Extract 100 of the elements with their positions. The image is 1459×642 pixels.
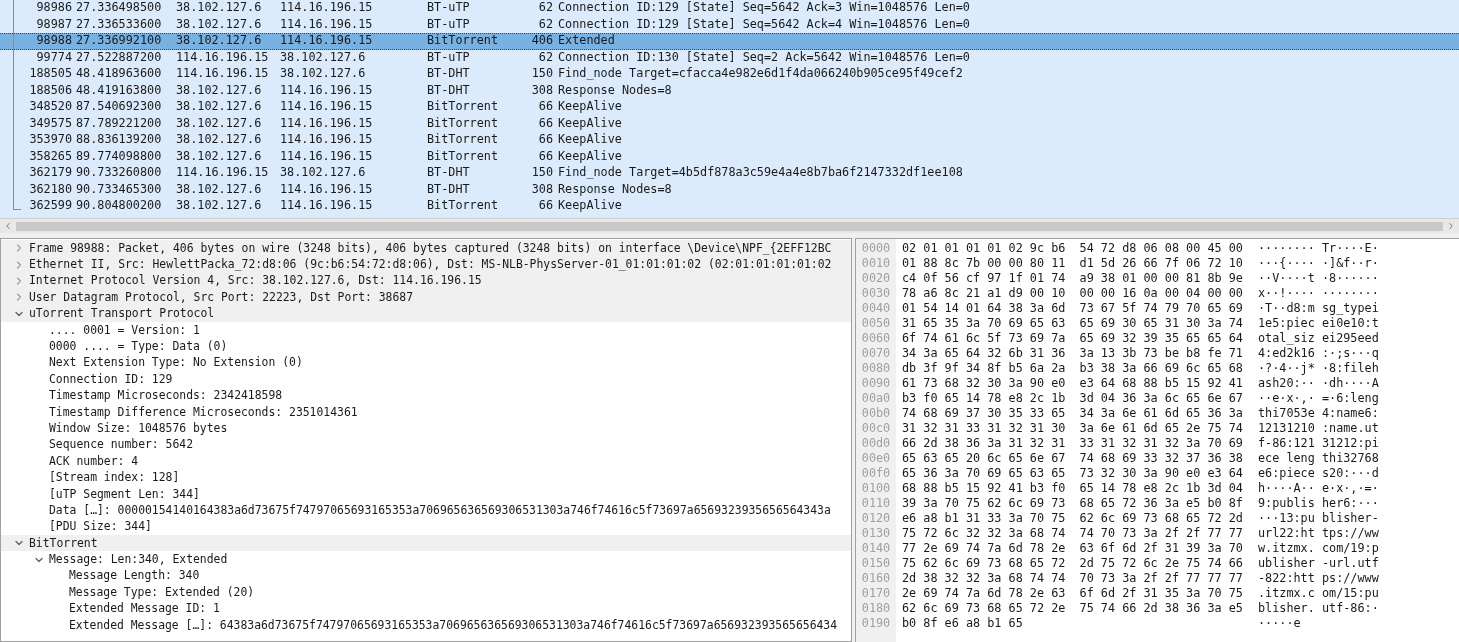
table-cell-text: 114.16.196.15: [280, 98, 374, 116]
ascii-bytes: w.itzmx. com/19:p: [1258, 541, 1379, 556]
table-cell-text: BitTorrent: [427, 197, 500, 215]
table-cell-text: BitTorrent: [427, 131, 500, 149]
ascii-bytes: h····A·· e·x·,·=·: [1258, 481, 1379, 496]
table-cell-text: BT-DHT: [427, 164, 471, 182]
packet-row[interactable]: 98987 27.336533600 38.102.127.6 114.16.196.15 BT-uTP 62 Connection ID:129 [State] Seq=5642 Ack=4 Win=1048576 Len=0: [0, 16, 1459, 33]
table-cell-text: KeepAlive: [557, 114, 622, 132]
hex-bytes: 02 01 01 01 01 02 9c b6 54 72 d8 06 08 00 45 00: [902, 241, 1243, 256]
table-cell-text: 90.733465300: [75, 180, 163, 198]
byte-offset: 0160: [861, 571, 891, 586]
table-cell-text: 66: [537, 98, 553, 116]
hex-bytes: b3 f0 65 14 78 e8 2c 1b 3d 04 36 3a 6c 65 6e 67: [902, 391, 1243, 406]
table-cell-text: Connection ID:129 [State] Seq=5642 Ack=3 Win=1048576 Len=0: [557, 0, 970, 17]
table-cell-text: 114.16.196.15: [280, 180, 374, 198]
hex-bytes: 78 a6 8c 21 a1 d9 00 10 00 00 16 0a 00 04 00 00: [902, 286, 1243, 301]
hex-bytes: 66 2d 38 36 3a 31 32 31 33 31 32 31 32 3a 70 69: [902, 436, 1243, 451]
tree-item[interactable]: Ethernet II, Src: HewlettPacka_72:d8:06 (9c:b6:54:72:d8:06), Dst: MS-NLB-PhysServer-01_01:01:01:02 (02:01:01:01:01:02: [1, 256, 851, 273]
table-cell-text: 114.16.196.15: [280, 197, 374, 215]
scroll-left-icon[interactable]: [3, 221, 13, 231]
hex-bytes: c4 0f 56 cf 97 1f 01 74 a9 38 01 00 00 81 8b 9e: [902, 271, 1243, 286]
table-cell-text: 62: [537, 48, 553, 66]
byte-offset: 0140: [861, 541, 891, 556]
ascii-bytes: ece leng thi32768: [1258, 451, 1379, 466]
packet-row[interactable]: 358265 89.774098800 38.102.127.6 114.16.196.15 BitTorrent 66 KeepAlive: [0, 148, 1459, 165]
byte-offset: 0010: [861, 256, 891, 271]
packet-row[interactable]: 98986 27.336498500 38.102.127.6 114.16.196.15 BT-uTP 62 Connection ID:129 [State] Seq=5642 Ack=3 Win=1048576 Len=0: [0, 0, 1459, 17]
ascii-bytes: e6:piece s20:···d: [1258, 466, 1379, 481]
hex-bytes: 01 54 14 01 64 38 3a 6d 73 67 5f 74 79 70 65 69: [902, 301, 1243, 316]
table-cell-text: Extended: [557, 32, 615, 50]
table-cell-text: 48.419163800: [75, 81, 163, 99]
table-cell-text: 38.102.127.6: [176, 114, 263, 132]
packet-row[interactable]: 362599 90.804800200 38.102.127.6 114.16.196.15 BitTorrent 66 KeepAlive: [0, 198, 1459, 215]
table-cell-text: BitTorrent: [427, 32, 500, 50]
horizontal-scrollbar[interactable]: [0, 218, 1459, 233]
table-cell-text: 38.102.127.6: [176, 81, 263, 99]
table-cell-text: 27.336533600: [75, 15, 163, 33]
packet-row[interactable]: 188505 48.418963600 114.16.196.15 38.102.127.6 BT-DHT 150 Find_node Target=cfacca4e982e6d1f4da066240b905ce95f49cef2: [0, 66, 1459, 83]
table-cell-text: BT-uTP: [427, 48, 471, 66]
table-cell-text: BT-DHT: [427, 180, 471, 198]
tree-item[interactable]: User Datagram Protocol, Src Port: 22223, Dst Port: 38687: [1, 289, 851, 306]
ascii-bytes: ·T··d8:m sg_typei: [1258, 301, 1379, 316]
table-cell-text: 87.789221200: [75, 114, 163, 132]
table-cell-text: Response Nodes=8: [557, 180, 672, 198]
table-cell-text: 362599: [28, 197, 72, 215]
ascii-bytes: blisher. utf-86:·: [1258, 601, 1379, 616]
ascii-bytes: ··V····t ·8······: [1258, 271, 1379, 286]
table-cell-text: Connection ID:130 [State] Seq=2 Ack=5642 Win=1048576 Len=0: [557, 48, 970, 66]
table-cell-text: 27.336992100: [75, 32, 163, 50]
packet-row[interactable]: 188506 48.419163800 38.102.127.6 114.16.196.15 BT-DHT 308 Response Nodes=8: [0, 82, 1459, 99]
byte-offset: 0110: [861, 496, 891, 511]
packet-row[interactable]: 98988 27.336992100 38.102.127.6 114.16.196.15 BitTorrent 406 Extended: [0, 33, 1459, 50]
table-cell-text: 48.418963600: [75, 65, 163, 83]
hex-bytes: 2d 38 32 32 3a 68 74 74 70 73 3a 2f 2f 77 77 77: [902, 571, 1243, 586]
byte-offset: 00f0: [861, 466, 891, 481]
ascii-bytes: ········ Tr····E·: [1258, 241, 1379, 256]
byte-offset: 00e0: [861, 451, 891, 466]
ascii-bytes: ··e·x·,· =·6:leng: [1258, 391, 1379, 406]
packet-row[interactable]: 349575 87.789221200 38.102.127.6 114.16.196.15 BitTorrent 66 KeepAlive: [0, 115, 1459, 132]
byte-offset: 0080: [861, 361, 891, 376]
packet-row[interactable]: 99774 27.522887200 114.16.196.15 38.102.127.6 BT-uTP 62 Connection ID:130 [State] Seq=2 Ack=5642 Win=1048576 Len=0: [0, 49, 1459, 66]
table-cell-text: Find_node Target=cfacca4e982e6d1f4da066240b905ce95f49cef2: [557, 65, 963, 83]
byte-offset: 00d0: [861, 436, 891, 451]
byte-offset: 0180: [861, 601, 891, 616]
hex-bytes: 74 68 69 37 30 35 33 65 34 3a 6e 61 6d 65 36 3a: [902, 406, 1243, 421]
packet-row[interactable]: 362180 90.733465300 38.102.127.6 114.16.196.15 BT-DHT 308 Response Nodes=8: [0, 181, 1459, 198]
table-cell-text: 38.102.127.6: [176, 15, 263, 33]
ascii-bytes: ···13:pu blisher-: [1258, 511, 1379, 526]
table-cell-text: KeepAlive: [557, 98, 622, 116]
table-cell-text: 188505: [28, 65, 72, 83]
table-cell-text: 62: [537, 15, 553, 33]
ascii-bytes: otal_siz ei295eed: [1258, 331, 1379, 346]
ascii-bytes: ·····e: [1258, 616, 1301, 631]
table-cell-text: 98987: [35, 15, 72, 33]
ascii-bytes: .itzmx.c om/15:pu: [1258, 586, 1379, 601]
tree-item[interactable]: Frame 98988: Packet, 406 bytes on wire (3248 bits), 406 bytes captured (3248 bits) on interface \Device\NPF_{2EFF12BC: [1, 240, 851, 257]
table-cell-text: 38.102.127.6: [176, 131, 263, 149]
byte-offset: 00b0: [861, 406, 891, 421]
table-cell-text: BT-uTP: [427, 0, 471, 17]
scrollbar-thumb[interactable]: [16, 221, 1443, 231]
table-cell-text: BitTorrent: [427, 114, 500, 132]
ascii-bytes: 12131210 :name.ut: [1258, 421, 1379, 436]
table-cell-text: 150: [530, 65, 553, 83]
table-cell-text: 114.16.196.15: [280, 32, 374, 50]
table-cell-text: BT-DHT: [427, 65, 471, 83]
table-cell-text: 114.16.196.15: [280, 0, 374, 17]
ascii-bytes: 4:ed2k16 :·;s···q: [1258, 346, 1379, 361]
hex-bytes: 31 65 35 3a 70 69 65 63 65 69 30 65 31 30 3a 74: [902, 316, 1243, 331]
packet-row[interactable]: 348520 87.540692300 38.102.127.6 114.16.196.15 BitTorrent 66 KeepAlive: [0, 99, 1459, 116]
hex-bytes: db 3f 9f 34 8f b5 6a 2a b3 38 3a 66 69 6c 65 68: [902, 361, 1243, 376]
hex-bytes: b0 8f e6 a8 b1 65: [902, 616, 1023, 631]
packet-row[interactable]: 353970 88.836139200 38.102.127.6 114.16.196.15 BitTorrent 66 KeepAlive: [0, 132, 1459, 149]
table-cell-text: BitTorrent: [427, 98, 500, 116]
hex-bytes: 68 88 b5 15 92 41 b3 f0 65 14 78 e8 2c 1b 3d 04: [902, 481, 1243, 496]
packet-row[interactable]: 362179 90.733260800 114.16.196.15 38.102.127.6 BT-DHT 150 Find_node Target=4b5df878a3c59e4a4e8b7ba6f2147332df1ee108: [0, 165, 1459, 182]
scroll-right-icon[interactable]: [1446, 221, 1456, 231]
tree-item[interactable]: BitTorrent: [1, 535, 851, 552]
byte-offset: 00c0: [861, 421, 891, 436]
table-cell-text: 114.16.196.15: [280, 131, 374, 149]
table-cell-text: 66: [537, 131, 553, 149]
